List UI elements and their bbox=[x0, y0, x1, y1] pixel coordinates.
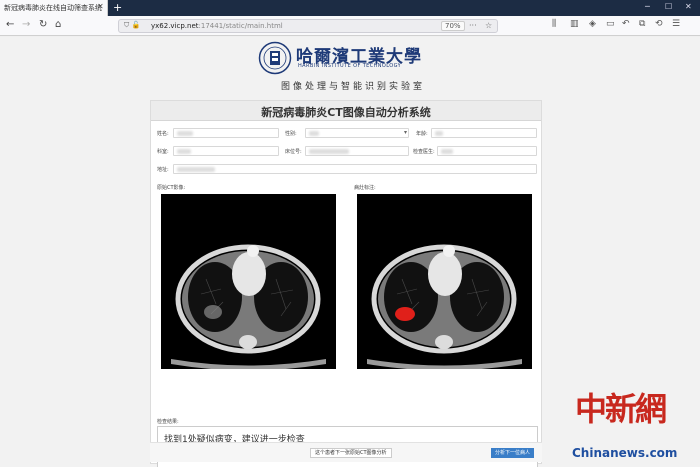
university-seal-icon bbox=[258, 41, 292, 75]
zoom-level[interactable]: 70% bbox=[441, 21, 465, 31]
more-icon[interactable]: ··· bbox=[469, 21, 477, 30]
age-input[interactable] bbox=[431, 128, 537, 138]
library-icon[interactable]: ⫼ bbox=[552, 19, 556, 29]
new-tab-icon[interactable]: + bbox=[113, 1, 122, 14]
browser-tab[interactable]: 新冠病毒肺炎在线自动筛查系统 ✕ bbox=[0, 0, 108, 16]
browser-tab-bar: 新冠病毒肺炎在线自动筛查系统 ✕ + ─ ☐ ✕ bbox=[0, 0, 700, 16]
back-icon[interactable]: ← bbox=[6, 19, 14, 30]
lab-name: 图像处理与智能识别实验室 bbox=[280, 82, 425, 92]
university-logo: 哈爾濱工業大學 HARBIN INSTITUTE OF TECHNOLOGY 图… bbox=[258, 41, 448, 92]
window-close-icon[interactable]: ✕ bbox=[685, 2, 692, 11]
original-ct-image bbox=[161, 194, 336, 369]
gender-select[interactable]: ▾ bbox=[305, 128, 409, 138]
analysis-panel: 新冠病毒肺炎CT图像自动分析系统 姓名: 性别: ▾ 年龄: 科室: 床位号: … bbox=[150, 100, 542, 467]
lesion-annotated-ct-image bbox=[357, 194, 532, 369]
logo-english-name: HARBIN INSTITUTE OF TECHNOLOGY bbox=[298, 63, 402, 69]
screenshot-icon[interactable]: ⧉ bbox=[639, 19, 645, 29]
lesion-annotation-label: 病灶标注: bbox=[354, 185, 376, 191]
age-label: 年龄: bbox=[416, 131, 428, 137]
maximize-icon[interactable]: ☐ bbox=[665, 2, 672, 11]
forward-icon[interactable]: → bbox=[22, 19, 30, 30]
result-label: 检查结果: bbox=[157, 419, 179, 425]
department-input[interactable] bbox=[173, 146, 279, 156]
sync-icon[interactable]: ⟲ bbox=[655, 19, 663, 29]
next-patient-button[interactable]: 分析下一位病人 bbox=[491, 448, 535, 458]
page-title: 新冠病毒肺炎CT图像自动分析系统 bbox=[261, 106, 431, 119]
next-image-button[interactable]: 这个患者下一张原始CT图像分析 bbox=[310, 448, 392, 458]
shield-icon: ⛉ 🔓 bbox=[124, 21, 141, 29]
lesion-marker bbox=[395, 307, 415, 321]
extension-icon[interactable]: ◈ bbox=[589, 19, 596, 29]
title-bar: 新冠病毒肺炎CT图像自动分析系统 bbox=[151, 101, 541, 121]
bookmark-star-icon[interactable]: ☆ bbox=[485, 21, 492, 30]
original-ct-label: 原始CT影像: bbox=[157, 185, 186, 191]
url-bar[interactable]: ⛉ 🔓 yx62.vicp.net:17441/static/main.html… bbox=[118, 19, 498, 33]
name-input[interactable] bbox=[173, 128, 279, 138]
department-label: 科室: bbox=[157, 149, 169, 155]
sidebar-icon[interactable]: ▥ bbox=[570, 19, 579, 29]
bed-number-input[interactable] bbox=[305, 146, 409, 156]
close-icon[interactable]: ✕ bbox=[97, 2, 104, 11]
url-text: yx62.vicp.net:17441/static/main.html bbox=[151, 22, 283, 30]
address-input[interactable] bbox=[173, 164, 537, 174]
undo-icon[interactable]: ↶ bbox=[622, 19, 630, 29]
chevron-down-icon: ▾ bbox=[403, 129, 407, 136]
tab-title: 新冠病毒肺炎在线自动筛查系统 bbox=[4, 4, 102, 12]
minimize-icon[interactable]: ─ bbox=[645, 2, 650, 11]
watermark-logo-en: Chinanews.com bbox=[572, 446, 678, 460]
watermark-logo-cn: 中新網 bbox=[575, 390, 667, 428]
name-label: 姓名: bbox=[157, 131, 169, 137]
browser-nav-bar: ← → ↻ ⌂ ⛉ 🔓 yx62.vicp.net:17441/static/m… bbox=[0, 16, 700, 36]
bed-number-label: 床位号: bbox=[285, 149, 302, 155]
chat-icon[interactable]: ▭ bbox=[606, 19, 615, 29]
gender-label: 性别: bbox=[285, 131, 297, 137]
reload-icon[interactable]: ↻ bbox=[39, 19, 47, 30]
doctor-input[interactable] bbox=[437, 146, 537, 156]
menu-icon[interactable]: ☰ bbox=[672, 19, 680, 29]
address-label: 地址: bbox=[157, 167, 169, 173]
action-bar: 这个患者下一张原始CT图像分析 分析下一位病人 bbox=[150, 442, 542, 462]
doctor-label: 检查医生: bbox=[413, 149, 435, 155]
home-icon[interactable]: ⌂ bbox=[55, 19, 61, 30]
